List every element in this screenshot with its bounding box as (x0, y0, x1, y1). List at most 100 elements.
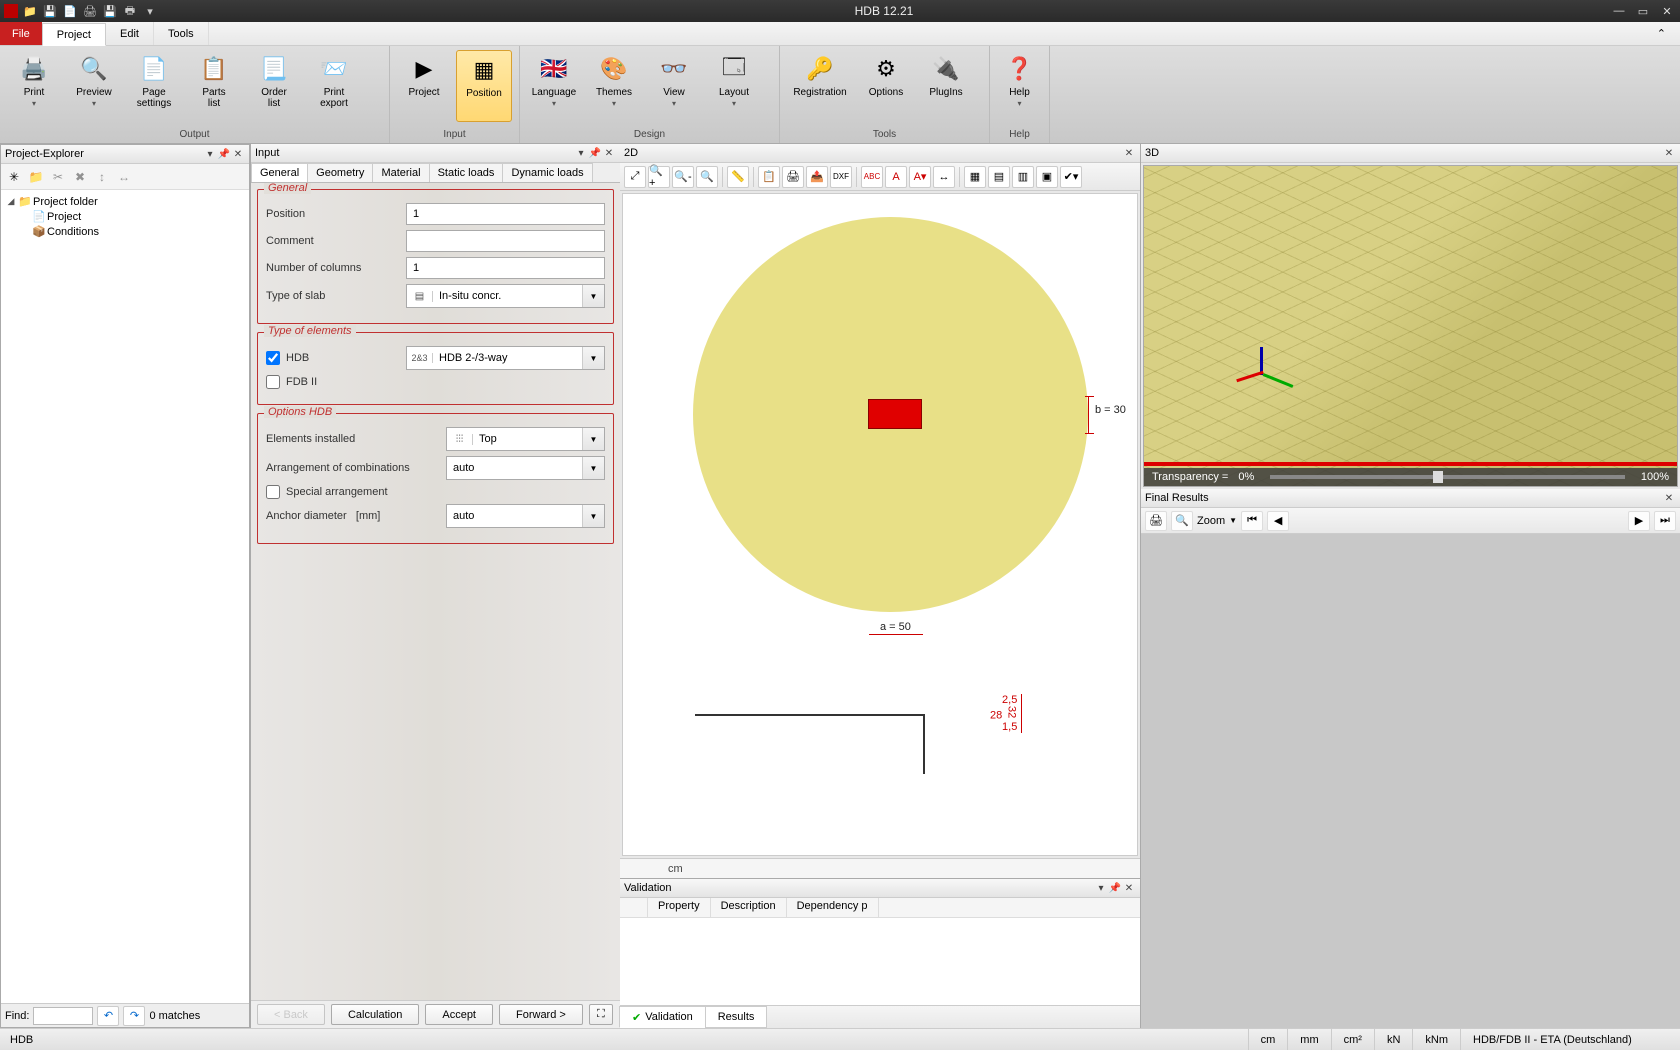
font-dec-icon[interactable]: A▾ (909, 166, 931, 188)
doc-icon[interactable]: 📄 (62, 3, 78, 19)
zoom-window-icon[interactable]: 🔍 (696, 166, 718, 188)
validation-tab[interactable]: ✔Validation (619, 1006, 706, 1028)
print2-icon[interactable]: 🖶 (122, 3, 138, 19)
tab-tools[interactable]: Tools (154, 22, 209, 45)
ribbon-collapse-icon[interactable]: ⌃ (1643, 22, 1680, 45)
chevron-down-icon[interactable]: ▼ (582, 428, 604, 450)
movedown-icon[interactable]: ↔ (114, 167, 134, 187)
chevron-down-icon[interactable]: ▼ (1229, 516, 1237, 525)
tree-item-conditions[interactable]: 📦 Conditions (31, 224, 245, 239)
tab-geometry[interactable]: Geometry (307, 163, 373, 182)
col-property[interactable]: Property (648, 898, 711, 917)
canvas-3d[interactable]: Transparency = 0% 100% (1143, 165, 1678, 487)
slider-thumb[interactable] (1433, 471, 1443, 483)
panel-pin-icon[interactable]: 📌 (588, 148, 602, 159)
expand-icon[interactable]: ⛶ (589, 1004, 613, 1025)
hdb-type-select[interactable]: 2&3HDB 2-/3-way▼ (406, 346, 605, 370)
axis-gizmo[interactable] (1232, 351, 1292, 411)
font-icon[interactable]: A (885, 166, 907, 188)
print-icon[interactable]: 🖨 (782, 166, 804, 188)
tree-item-project[interactable]: 📄 Project (31, 209, 245, 224)
slab-select[interactable]: ▤In-situ concr.▼ (406, 284, 605, 308)
zoom-fit-icon[interactable]: ⤢ (624, 166, 646, 188)
tab-project[interactable]: Project (42, 23, 106, 46)
fdb-checkbox-row[interactable]: FDB II (266, 375, 406, 389)
panel-close-icon[interactable]: ✕ (602, 148, 616, 159)
panel-close-icon[interactable]: ✕ (231, 149, 245, 160)
special-checkbox[interactable] (266, 485, 280, 499)
print-export-button[interactable]: 📨Print export (306, 50, 362, 122)
position-input[interactable] (406, 203, 605, 225)
accept-button[interactable]: Accept (425, 1004, 493, 1025)
installed-select[interactable]: ⫶⫶⫶Top▼ (446, 427, 605, 451)
print-icon[interactable]: 🖨 (82, 3, 98, 19)
position-button[interactable]: ▦Position (456, 50, 512, 122)
chevron-down-icon[interactable]: ▼ (582, 505, 604, 527)
calculation-button[interactable]: Calculation (331, 1004, 419, 1025)
panel-dropdown-icon[interactable]: ▾ (574, 148, 588, 159)
panel-close-icon[interactable]: ✕ (1122, 148, 1136, 159)
settings-icon[interactable]: ✔▾ (1060, 166, 1082, 188)
first-page-icon[interactable]: ⏮ (1241, 511, 1263, 531)
language-button[interactable]: 🇬🇧Language▾ (526, 50, 582, 122)
find-next-button[interactable]: ↷ (123, 1006, 145, 1026)
panel-dropdown-icon[interactable]: ▾ (203, 149, 217, 160)
panel-close-icon[interactable]: ✕ (1662, 493, 1676, 504)
last-page-icon[interactable]: ⏭ (1654, 511, 1676, 531)
grid4-icon[interactable]: ▣ (1036, 166, 1058, 188)
tab-static-loads[interactable]: Static loads (429, 163, 504, 182)
unit-kn[interactable]: kN (1374, 1029, 1412, 1050)
chevron-down-icon[interactable]: ▼ (582, 457, 604, 479)
tab-dynamic-loads[interactable]: Dynamic loads (502, 163, 592, 182)
text-icon[interactable]: ABC (861, 166, 883, 188)
file-menu[interactable]: File (0, 22, 42, 45)
tab-edit[interactable]: Edit (106, 22, 154, 45)
save2-icon[interactable]: 💾 (102, 3, 118, 19)
next-page-icon[interactable]: ▶ (1628, 511, 1650, 531)
panel-close-icon[interactable]: ✕ (1662, 148, 1676, 159)
tree-root[interactable]: ◢ 📁 Project folder (5, 194, 245, 209)
col-dependency[interactable]: Dependency p (787, 898, 879, 917)
fdb-checkbox[interactable] (266, 375, 280, 389)
comment-input[interactable] (406, 230, 605, 252)
find-prev-button[interactable]: ↶ (97, 1006, 119, 1026)
help-button[interactable]: ❓Help▾ (996, 50, 1043, 122)
expand-icon[interactable]: ◢ (5, 196, 17, 207)
registration-button[interactable]: 🔑Registration (786, 50, 854, 122)
chevron-down-icon[interactable]: ▼ (582, 347, 604, 369)
grid1-icon[interactable]: ▦ (964, 166, 986, 188)
qat-dropdown-icon[interactable]: ▾ (142, 3, 158, 19)
delete-icon[interactable]: ✖ (70, 167, 90, 187)
zoom-out-icon[interactable]: 🔍- (672, 166, 694, 188)
arrange-select[interactable]: auto▼ (446, 456, 605, 480)
panel-dropdown-icon[interactable]: ▾ (1094, 883, 1108, 894)
results-tab[interactable]: Results (705, 1006, 768, 1028)
prev-page-icon[interactable]: ◀ (1267, 511, 1289, 531)
parts-list-button[interactable]: 📋Parts list (186, 50, 242, 122)
order-list-button[interactable]: 📃Order list (246, 50, 302, 122)
special-checkbox-row[interactable]: Special arrangement (266, 485, 406, 499)
panel-pin-icon[interactable]: 📌 (217, 149, 231, 160)
panel-close-icon[interactable]: ✕ (1122, 883, 1136, 894)
col-description[interactable]: Description (711, 898, 787, 917)
tab-general[interactable]: General (251, 163, 308, 182)
maximize-button[interactable]: ▭ (1634, 5, 1652, 18)
copy-icon[interactable]: ✂ (48, 167, 68, 187)
save-icon[interactable]: 💾 (42, 3, 58, 19)
view-button[interactable]: 👓View▾ (646, 50, 702, 122)
project-tree[interactable]: ◢ 📁 Project folder 📄 Project 📦 Condition… (1, 190, 249, 1003)
numcols-input[interactable] (406, 257, 605, 279)
anchor-select[interactable]: auto▼ (446, 504, 605, 528)
print-icon[interactable]: 🖨 (1145, 511, 1167, 531)
hdb-checkbox-row[interactable]: HDB (266, 351, 406, 365)
project-button[interactable]: ▶Project (396, 50, 452, 122)
measure-icon[interactable]: 📏 (727, 166, 749, 188)
unit-cm2[interactable]: cm² (1331, 1029, 1374, 1050)
hdb-checkbox[interactable] (266, 351, 280, 365)
find-input[interactable] (33, 1007, 93, 1025)
close-button[interactable]: ✕ (1658, 5, 1676, 18)
folder-icon[interactable]: 📁 (26, 167, 46, 187)
dim-toggle-icon[interactable]: ↔ (933, 166, 955, 188)
validation-body[interactable] (620, 918, 1140, 1005)
zoom-in-icon[interactable]: 🔍+ (648, 166, 670, 188)
